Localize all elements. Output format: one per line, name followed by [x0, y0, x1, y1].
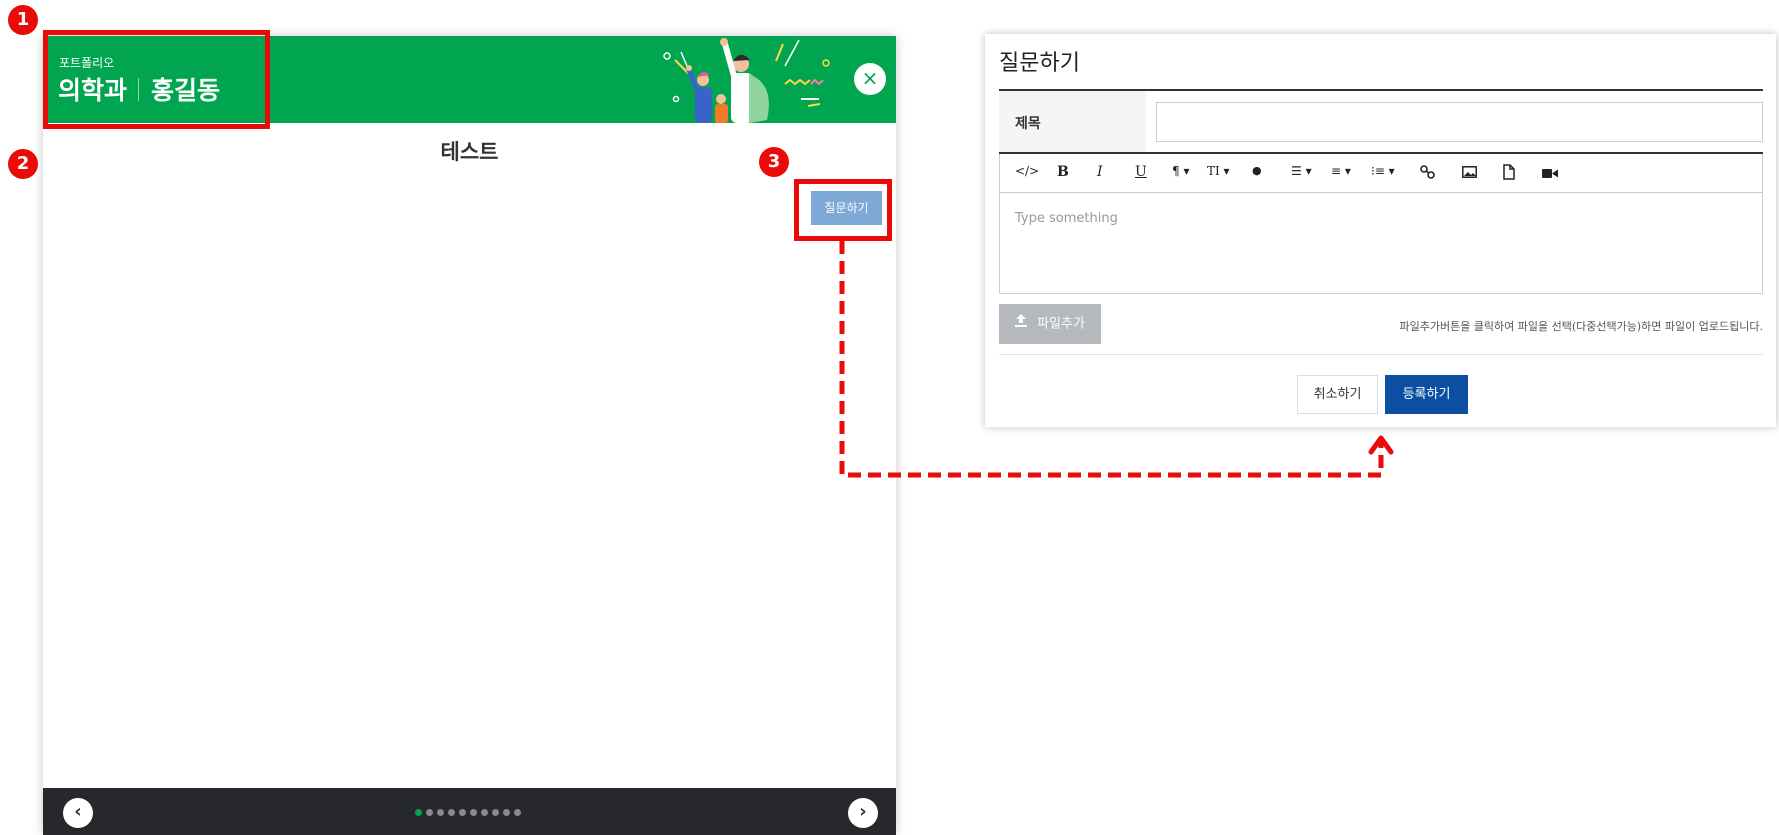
dialog-title: 질문하기 — [999, 51, 1080, 76]
submit-button[interactable]: 등록하기 — [1385, 375, 1468, 414]
page-indicator — [415, 809, 521, 816]
subject-label: 제목 — [1015, 116, 1041, 132]
page-dot[interactable] — [514, 809, 521, 816]
editor-placeholder: Type something — [1015, 211, 1118, 226]
image-icon[interactable] — [1462, 166, 1477, 182]
subject-input[interactable] — [1156, 102, 1763, 142]
file-icon[interactable] — [1503, 164, 1515, 184]
page-dot[interactable] — [415, 809, 422, 816]
page-dot[interactable] — [503, 809, 510, 816]
unordered-list-button[interactable]: ⁝≡ ▾ — [1371, 164, 1395, 178]
marker-2: 2 — [8, 149, 38, 179]
add-file-label: 파일추가 — [1037, 316, 1085, 332]
code-view-button[interactable]: </> — [1015, 164, 1039, 178]
underline-button[interactable]: U — [1135, 164, 1147, 180]
marker-1: 1 — [8, 5, 38, 35]
paragraph-button[interactable]: ¶ ▾ — [1172, 164, 1189, 178]
marker-3: 3 — [759, 147, 789, 177]
text-color-button[interactable]: ● — [1252, 164, 1262, 177]
link-icon[interactable] — [1420, 165, 1436, 183]
editor-toolbar: </> B I U ¶ ▾ TI ▾ ● ☰ ▾ ≡ ▾ ⁝≡ ▾ — [999, 154, 1763, 193]
upload-icon — [1015, 304, 1028, 344]
text-size-button[interactable]: TI ▾ — [1207, 164, 1230, 178]
page-dot[interactable] — [492, 809, 499, 816]
italic-button[interactable]: I — [1097, 164, 1103, 180]
cancel-button[interactable]: 취소하기 — [1297, 375, 1378, 414]
close-button[interactable]: × — [854, 63, 886, 95]
ordered-list-button[interactable]: ≡ ▾ — [1331, 164, 1351, 178]
header-illustration — [663, 38, 830, 123]
bold-button[interactable]: B — [1057, 164, 1069, 180]
add-file-button[interactable]: 파일추가 — [999, 304, 1101, 344]
next-page-button[interactable]: › — [848, 798, 878, 828]
video-icon[interactable] — [1542, 167, 1558, 183]
dialog-divider — [999, 354, 1763, 355]
page-dot[interactable] — [459, 809, 466, 816]
page-dot[interactable] — [448, 809, 455, 816]
highlight-header-box — [43, 30, 270, 129]
prev-page-button[interactable]: ‹ — [63, 798, 93, 828]
page-dot[interactable] — [437, 809, 444, 816]
question-dialog: 질문하기 제목 </> B I U ¶ ▾ TI ▾ ● ☰ ▾ ≡ ▾ ⁝≡ … — [985, 34, 1776, 427]
viewer-footer: ‹ › — [43, 788, 896, 835]
page-dot[interactable] — [470, 809, 477, 816]
page-dot[interactable] — [426, 809, 433, 816]
file-upload-hint: 파일추가버튼을 클릭하여 파일을 선택(다중선택가능)하면 파일이 업로드됩니다… — [1399, 320, 1763, 333]
editor-area[interactable]: Type something — [999, 193, 1763, 294]
align-button[interactable]: ☰ ▾ — [1291, 164, 1312, 178]
page-dot[interactable] — [481, 809, 488, 816]
highlight-ask-button-box — [794, 179, 892, 241]
